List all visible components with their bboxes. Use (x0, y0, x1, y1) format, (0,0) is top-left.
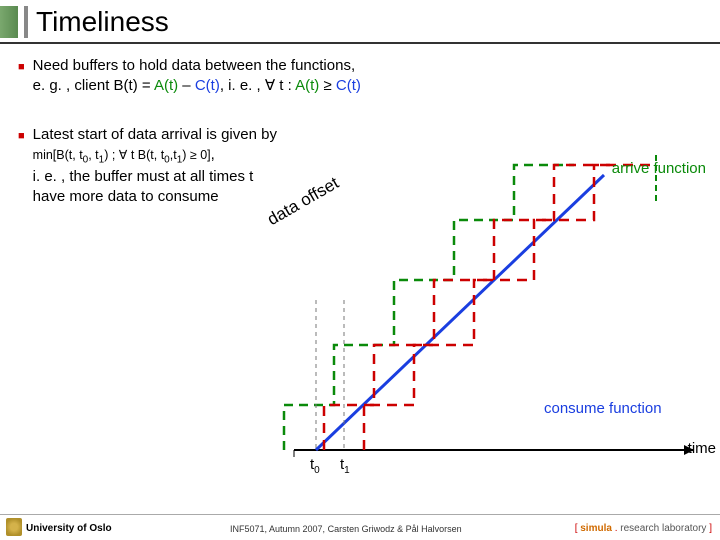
bullet-1-mid2: , i. e. , ∀ t : (220, 77, 295, 94)
bullet-1-A2: A(t) (295, 77, 319, 94)
t0-s: 0 (314, 465, 320, 476)
bullet-1-prefix: e. g. , client B(t) = (33, 77, 154, 94)
bullet-2-comma: , (211, 146, 215, 163)
t0-label: t0 (310, 456, 320, 476)
slide-title: Timeliness (36, 6, 169, 38)
university-name: University of Oslo (26, 523, 112, 534)
bullet-1-C2: C(t) (336, 77, 361, 94)
time-axis-label: time (688, 440, 716, 457)
bullet-square-icon: ■ (18, 129, 25, 208)
bullet-2: ■ Latest start of data arrival is given … (18, 125, 278, 208)
bullet-2-line-3: i. e. , the buffer must at all times t h… (33, 168, 254, 205)
lab-credit: [ simula . research laboratory ] (575, 523, 712, 534)
min-post2: ) ≥ 0] (182, 148, 210, 162)
lab-simula: simula (580, 523, 612, 534)
t1-s: 1 (344, 465, 350, 476)
consume-label: consume function (544, 400, 662, 417)
bullet-2-line-1: Latest start of data arrival is given by (33, 126, 277, 143)
min-mid: , t (88, 148, 98, 162)
diagram-svg (264, 150, 718, 480)
title-accent-2 (24, 6, 28, 38)
sub-0b: 0 (164, 154, 170, 165)
bullet-1-C1: C(t) (195, 77, 220, 94)
bullet-1: ■ Need buffers to hold data between the … (18, 56, 702, 97)
lab-rest: research laboratory (620, 523, 709, 534)
bullet-1-line-1: Need buffers to hold data between the fu… (33, 57, 355, 74)
title-accent (0, 6, 18, 38)
university-crest-icon (6, 518, 22, 536)
title-bar: Timeliness (0, 0, 720, 42)
bullet-square-icon: ■ (18, 60, 25, 97)
min-post: ) ; ∀ t B(t, t (104, 148, 164, 162)
footer-course-info: INF5071, Autumn 2007, Carsten Griwodz & … (230, 524, 462, 534)
title-underline (0, 42, 720, 44)
diagram: arrive function consume function time t0… (264, 150, 718, 480)
bullet-1-mid1: – (178, 77, 195, 94)
t1-label: t1 (340, 456, 350, 476)
bullet-1-ge: ≥ (319, 77, 336, 94)
min-pre: min[B(t, t (33, 148, 83, 162)
footer: University of Oslo INF5071, Autumn 2007,… (0, 514, 720, 540)
arrive-label: arrive function (612, 160, 706, 177)
bullet-1-A1: A(t) (154, 77, 178, 94)
lab-close: ] (709, 523, 712, 534)
bullet-2-min: min[B(t, t0, t1) ; ∀ t B(t, t0,t1) ≥ 0] (33, 148, 211, 162)
